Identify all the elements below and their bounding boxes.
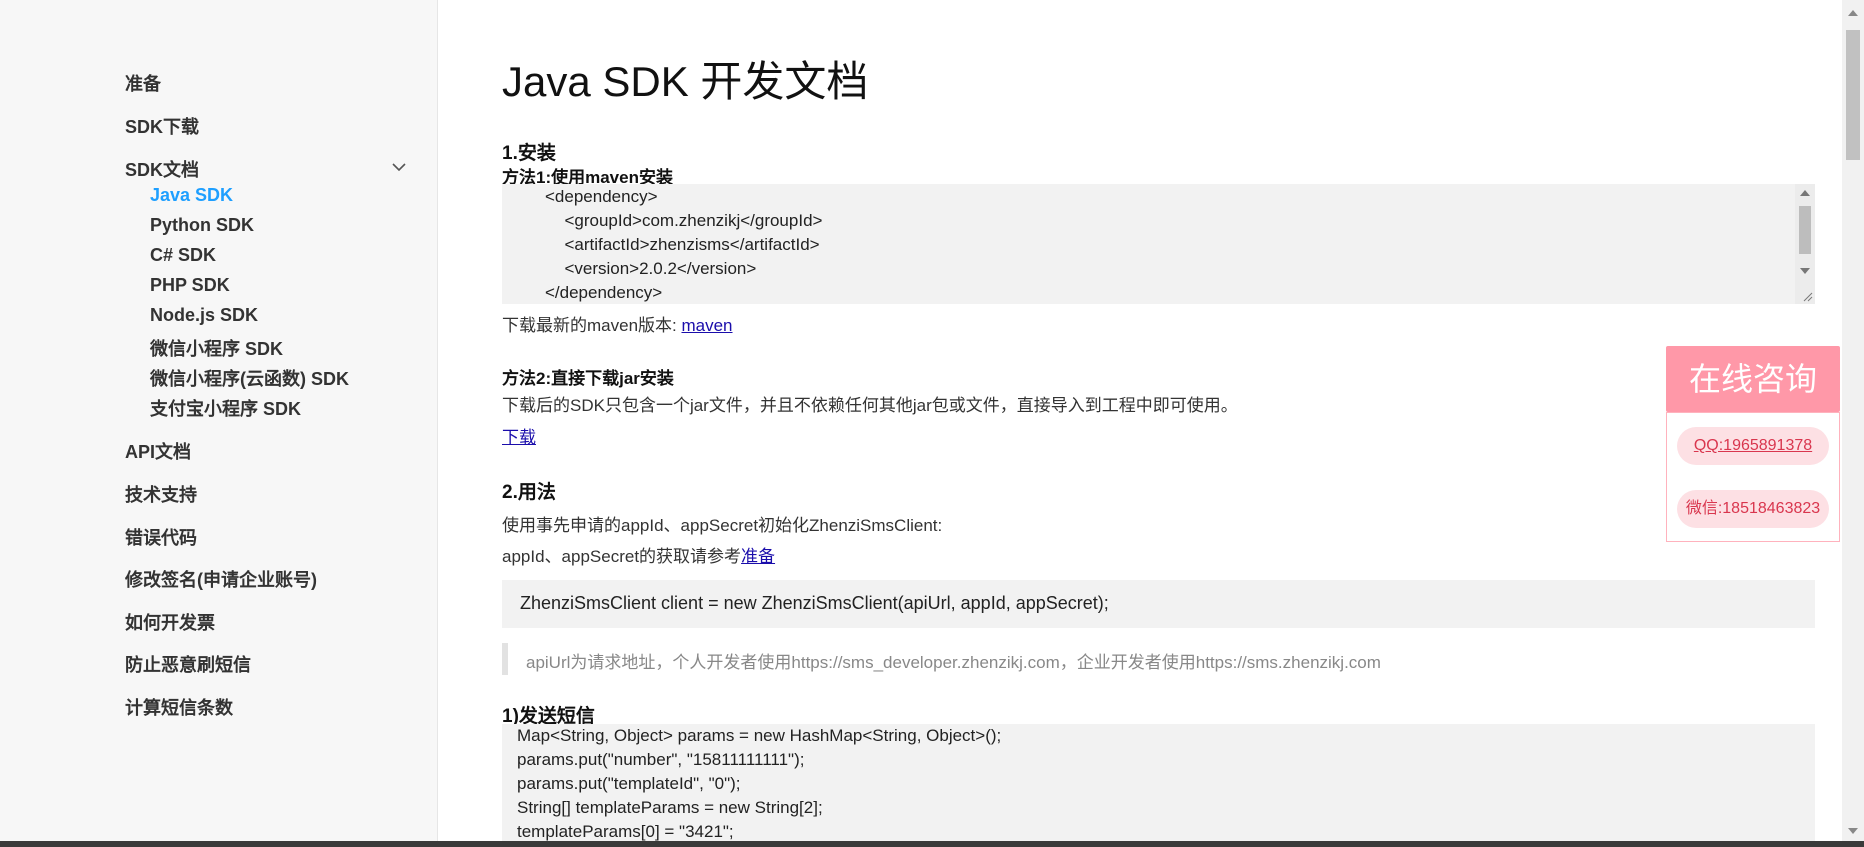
scroll-up-icon[interactable] [1848,10,1858,16]
install-heading: 1.安装 [502,143,556,164]
sidebar-item-api-docs[interactable]: API文档 [125,438,191,464]
usage-heading: 2.用法 [502,482,556,503]
consult-title[interactable]: 在线咨询 [1666,346,1840,412]
bottom-edge [0,841,1864,847]
send-sms-code-block: Map<String, Object> params = new HashMap… [502,724,1815,847]
code-line: params.put("templateId", "0"); [517,774,741,793]
page-scroll-thumb[interactable] [1846,30,1860,160]
code-line: <version>2.0.2</version> [555,259,757,278]
sidebar-item-sdk-docs[interactable]: SDK文档 [125,156,199,182]
sidebar-subitem-csharp-sdk[interactable]: C# SDK [150,245,216,266]
sidebar-item-calc-sms[interactable]: 计算短信条数 [125,694,233,720]
code-line: String[] templateParams = new String[2]; [517,798,823,817]
usage-line2-prefix: appId、appSecret的获取请参考 [502,547,742,566]
scroll-down-icon[interactable] [1848,828,1858,834]
client-code-block: ZhenziSmsClient client = new ZhenziSmsCl… [502,580,1815,628]
sidebar-subitem-wechat-cloud-sdk[interactable]: 微信小程序(云函数) SDK [150,365,349,391]
maven-download-text: 下载最新的maven版本: maven [502,311,733,336]
usage-line1: 使用事先申请的appId、appSecret初始化ZhenziSmsClient… [502,516,943,535]
wechat-contact-button[interactable]: 微信:18518463823 [1677,490,1829,528]
method2-description: 下载后的SDK只包含一个jar文件，并且不依赖任何其他jar包或文件，直接导入到… [502,396,1238,415]
code-line: <dependency> [545,187,658,206]
sidebar-subitem-alipay-mini-sdk[interactable]: 支付宝小程序 SDK [150,395,301,421]
sidebar-item-tech-support[interactable]: 技术支持 [125,481,197,507]
scroll-up-icon[interactable] [1800,190,1810,196]
api-url-note: apiUrl为请求地址，个人开发者使用https://sms_developer… [502,643,1815,675]
download-link[interactable]: 下载 [502,428,536,447]
prepare-link[interactable]: 准备 [741,547,775,566]
sidebar-subitem-java-sdk[interactable]: Java SDK [150,185,233,206]
sidebar-item-error-codes[interactable]: 错误代码 [125,524,197,550]
api-url-note-text: apiUrl为请求地址，个人开发者使用https://sms_developer… [526,653,1381,672]
sidebar-item-prepare[interactable]: 准备 [125,70,161,96]
usage-line2: appId、appSecret的获取请参考准备 [502,542,775,567]
sidebar-subitem-wechat-mini-sdk[interactable]: 微信小程序 SDK [150,335,283,361]
code-scrollbar[interactable] [1795,184,1815,304]
sidebar-subitem-python-sdk[interactable]: Python SDK [150,215,254,236]
sidebar-item-sdk-download[interactable]: SDK下载 [125,113,199,139]
sidebar-subitem-nodejs-sdk[interactable]: Node.js SDK [150,305,258,326]
client-code-line: ZhenziSmsClient client = new ZhenziSmsCl… [520,593,1109,613]
resize-grip-icon[interactable] [1801,290,1813,302]
sidebar-subitem-php-sdk[interactable]: PHP SDK [150,275,230,296]
code-line: <groupId>com.zhenzikj</groupId> [555,211,823,230]
online-consult-widget: 在线咨询 QQ:1965891378 微信:18518463823 [1666,346,1840,542]
chevron-down-icon[interactable] [390,158,408,176]
code-line: templateParams[0] = "3421"; [517,822,734,841]
maven-code-textarea[interactable]: <dependency> <groupId>com.zhenzikj</grou… [502,184,1815,304]
qq-contact-button[interactable]: QQ:1965891378 [1677,427,1829,465]
sidebar: 准备 SDK下载 SDK文档 Java SDK Python SDK C# SD… [0,0,438,847]
code-line: params.put("number", "15811111111"); [517,750,805,769]
code-line: </dependency> [545,283,663,302]
code-line: <artifactId>zhenzisms</artifactId> [555,235,820,254]
main-content: Java SDK 开发文档 1.安装 方法1:使用maven安装 <depend… [502,0,1816,847]
page-scrollbar[interactable] [1842,0,1864,847]
code-line: Map<String, Object> params = new HashMap… [517,726,1002,745]
maven-link[interactable]: maven [681,316,732,335]
page-title: Java SDK 开发文档 [502,58,869,105]
consult-body: QQ:1965891378 微信:18518463823 [1666,412,1840,542]
sidebar-item-invoice[interactable]: 如何开发票 [125,609,215,635]
sidebar-item-prevent-spam[interactable]: 防止恶意刷短信 [125,651,251,677]
method2-heading: 方法2:直接下载jar安装 [502,369,674,388]
maven-prefix: 下载最新的maven版本: [502,316,682,335]
scroll-thumb[interactable] [1799,206,1811,254]
sidebar-item-modify-signature[interactable]: 修改签名(申请企业账号) [125,566,317,592]
scroll-down-icon[interactable] [1800,268,1810,274]
